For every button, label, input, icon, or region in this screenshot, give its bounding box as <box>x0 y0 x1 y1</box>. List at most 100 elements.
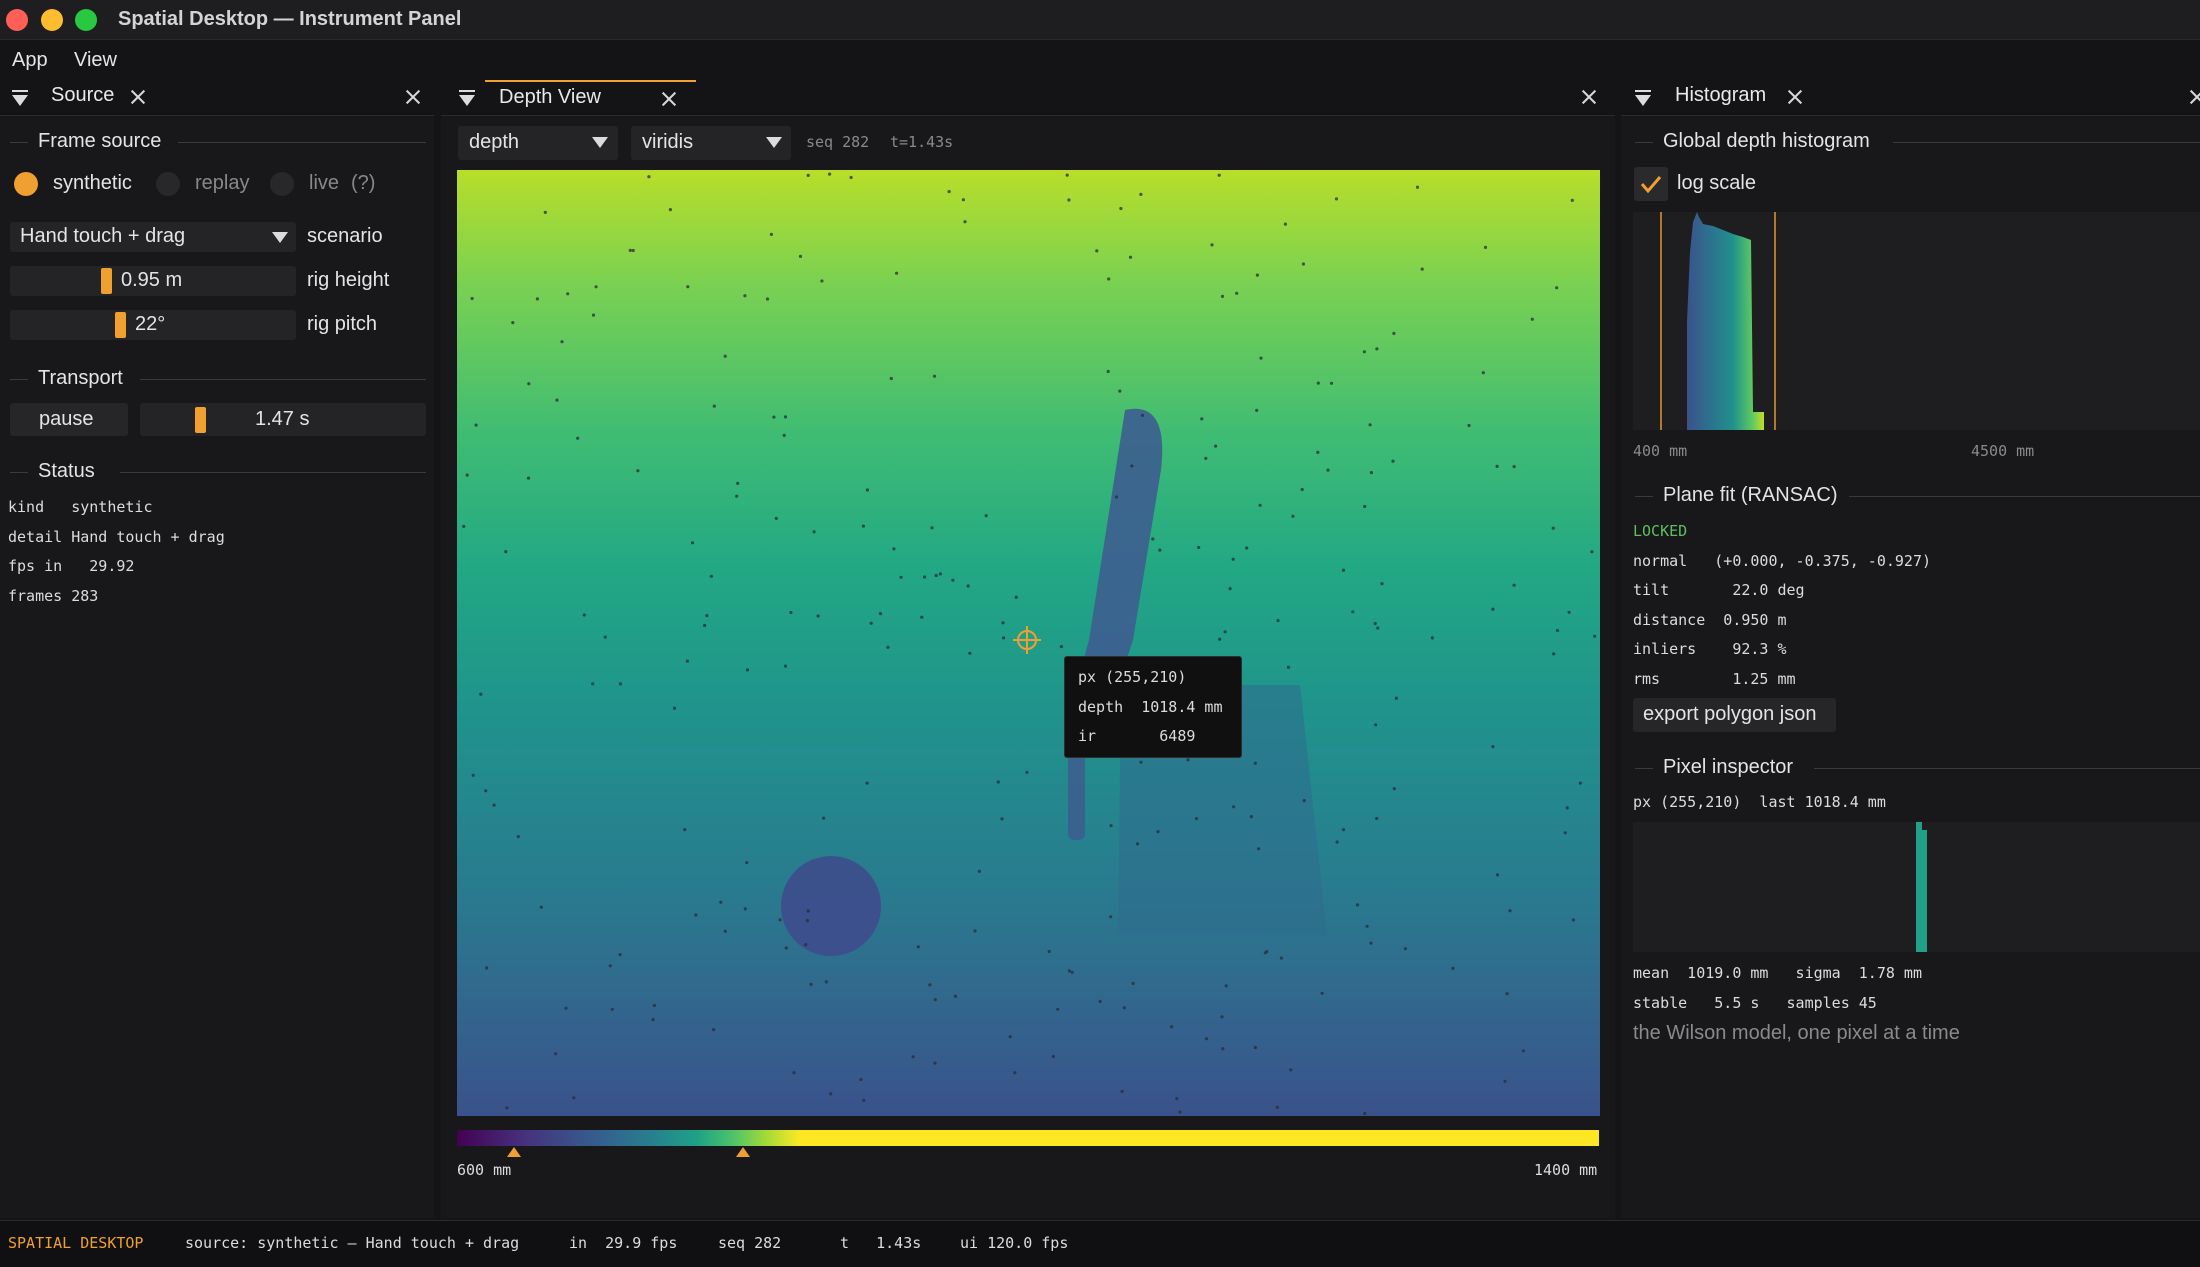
tab-depth-view[interactable]: Depth View <box>485 80 696 116</box>
noise-speck <box>1363 1111 1367 1116</box>
noise-speck <box>977 869 982 873</box>
export-polygon-button[interactable]: export polygon json <box>1633 698 1836 732</box>
radio-replay-label[interactable]: replay <box>195 172 249 195</box>
slider-handle[interactable] <box>101 268 112 294</box>
noise-speck <box>798 254 803 258</box>
plane-fit-heading: Plane fit (RANSAC) <box>1635 484 1838 506</box>
slider-handle[interactable] <box>195 407 206 433</box>
colorbar-max-label: 1400 mm <box>1534 1161 1598 1179</box>
noise-speck <box>1365 924 1369 928</box>
noise-speck <box>1109 824 1113 828</box>
panel-menu-icon[interactable] <box>459 90 475 106</box>
radio-synthetic[interactable] <box>14 172 38 196</box>
pause-button[interactable]: pause <box>10 403 128 436</box>
colormap-dropdown[interactable]: viridis <box>631 126 791 160</box>
noise-speck <box>1245 546 1249 550</box>
panel-menu-icon[interactable] <box>1635 90 1651 106</box>
maximize-window-button[interactable] <box>75 9 97 31</box>
radio-replay[interactable] <box>156 172 180 196</box>
minimize-window-button[interactable] <box>41 9 63 31</box>
status-line: fps in 29.92 <box>8 557 135 575</box>
close-tab-icon[interactable] <box>660 90 678 108</box>
noise-speck <box>804 943 808 947</box>
noise-speck <box>1552 652 1556 656</box>
noise-speck <box>951 578 955 582</box>
noise-speck <box>1109 915 1113 919</box>
noise-speck <box>1392 787 1396 791</box>
noise-speck <box>1119 206 1123 211</box>
noise-speck <box>1530 317 1534 321</box>
scenario-dropdown[interactable]: Hand touch + drag <box>10 222 296 252</box>
close-panel-icon[interactable] <box>2188 88 2200 106</box>
noise-speck <box>1130 464 1134 468</box>
depth-image[interactable]: px (255,210) depth 1018.4 mm ir 6489 <box>457 170 1600 1116</box>
noise-speck <box>1320 991 1324 995</box>
noise-speck <box>1232 805 1236 809</box>
radio-synthetic-label[interactable]: synthetic <box>53 172 132 195</box>
noise-speck <box>1158 548 1162 552</box>
log-scale-checkbox[interactable] <box>1634 167 1668 201</box>
noise-speck <box>1505 992 1509 996</box>
noise-speck <box>1122 1006 1126 1010</box>
noise-speck <box>1335 840 1339 844</box>
log-scale-label[interactable]: log scale <box>1677 172 1756 195</box>
noise-speck <box>555 398 559 402</box>
divider <box>120 472 426 473</box>
pixel-history-bars <box>1916 822 1927 952</box>
noise-speck <box>1593 634 1597 638</box>
rig-height-slider[interactable]: 0.95 m <box>10 266 296 296</box>
noise-speck <box>1114 495 1119 499</box>
noise-speck <box>631 248 635 253</box>
close-tab-icon[interactable] <box>129 88 147 106</box>
noise-speck <box>471 773 475 777</box>
noise-speck <box>1025 770 1029 774</box>
frame-source-heading: Frame source <box>9 130 162 152</box>
noise-speck <box>572 1096 576 1100</box>
noise-speck <box>1451 966 1455 971</box>
tab-histogram[interactable]: Histogram <box>1661 80 1811 116</box>
noise-speck <box>1380 582 1384 586</box>
histogram-axis-min: 400 mm <box>1633 442 1688 460</box>
noise-speck <box>1567 610 1571 614</box>
rig-pitch-slider[interactable]: 22° <box>10 310 296 340</box>
divider <box>178 142 426 143</box>
mode-dropdown[interactable]: depth <box>458 126 618 160</box>
radio-live[interactable] <box>270 172 294 196</box>
noise-speck <box>618 953 622 957</box>
noise-speck <box>1001 621 1005 625</box>
close-panel-icon[interactable] <box>1580 88 1598 106</box>
range-marker-low[interactable] <box>507 1147 521 1157</box>
range-marker-high[interactable] <box>736 1147 750 1157</box>
noise-speck <box>576 436 580 440</box>
noise-speck <box>1565 806 1569 810</box>
noise-speck <box>892 547 896 551</box>
plane-fit-line: rms 1.25 mm <box>1633 670 1796 688</box>
noise-speck <box>869 621 873 625</box>
noise-speck <box>922 575 927 579</box>
plane-fit-line: inliers 92.3 % <box>1633 640 1787 658</box>
menu-view[interactable]: View <box>74 49 117 72</box>
noise-speck <box>1467 423 1471 428</box>
noise-speck <box>932 374 937 378</box>
noise-speck <box>470 296 474 301</box>
noise-speck <box>1329 381 1334 385</box>
noise-speck <box>492 803 496 807</box>
time-scrubber[interactable]: 1.47 s <box>140 403 426 436</box>
slider-handle[interactable] <box>115 312 126 338</box>
help-marker[interactable]: (?) <box>351 172 375 195</box>
window-title: Spatial Desktop — Instrument Panel <box>118 8 462 30</box>
divider <box>1893 142 2200 143</box>
noise-speck <box>1483 245 1488 249</box>
close-window-button[interactable] <box>6 9 28 31</box>
menu-app[interactable]: App <box>12 49 48 72</box>
noise-speck <box>1197 545 1201 550</box>
radio-live-label[interactable]: live <box>309 172 339 195</box>
close-tab-icon[interactable] <box>1786 88 1804 106</box>
noise-speck <box>1326 468 1330 472</box>
panel-menu-icon[interactable] <box>12 90 28 106</box>
close-panel-icon[interactable] <box>404 88 422 106</box>
noise-speck <box>610 1007 614 1011</box>
tab-histogram-label: Histogram <box>1675 84 1767 106</box>
noise-speck <box>554 1052 558 1056</box>
tab-source[interactable]: Source <box>40 80 160 116</box>
